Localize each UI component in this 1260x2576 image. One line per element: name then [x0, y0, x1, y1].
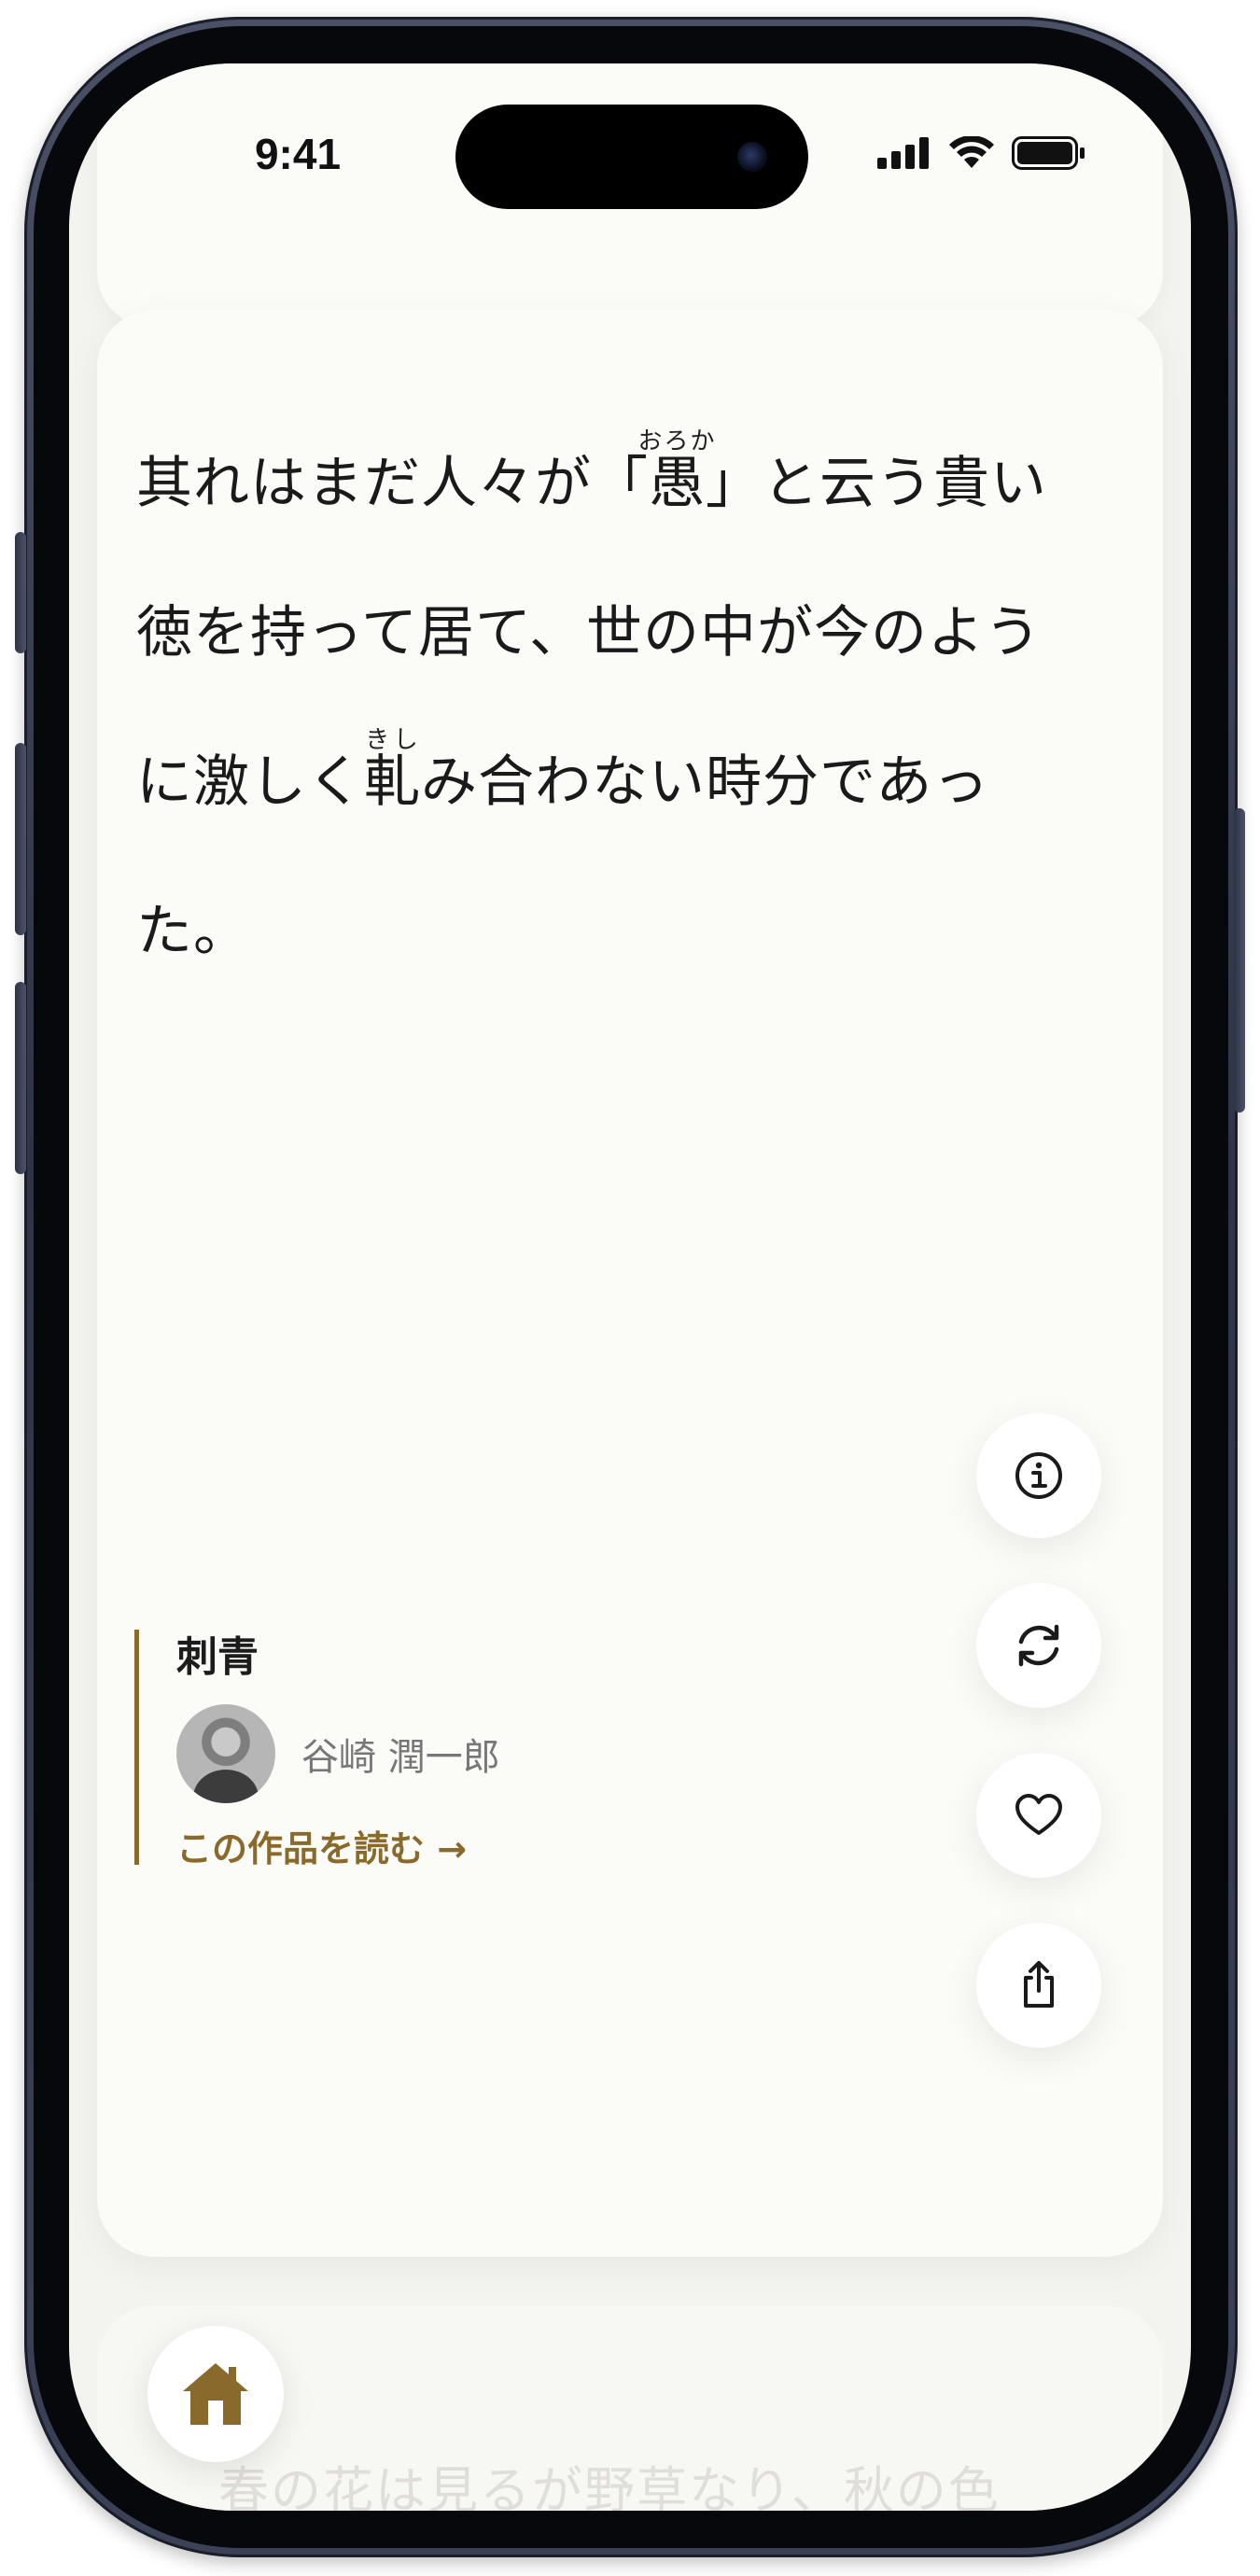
- quote-text: 其れはまだ人々が「愚おろか」と云う貴い徳を持って居て、世の中が今のように激しく軋…: [136, 409, 1088, 1006]
- ruby-reading: おろか: [637, 427, 717, 455]
- next-quote-preview: 春の花は見るが野草なり、秋の色: [218, 2461, 1001, 2511]
- info-icon: [1015, 1452, 1062, 1499]
- quote-segment: 其れはまだ人々が「: [136, 451, 649, 516]
- favorite-button[interactable]: [976, 1753, 1101, 1878]
- ruby-base: 愚: [637, 451, 717, 516]
- action-button-hardware: [15, 532, 26, 653]
- power-button-hardware: [1234, 808, 1245, 1113]
- author-avatar[interactable]: [176, 1704, 275, 1803]
- work-title: 刺青: [176, 1633, 259, 1681]
- dynamic-island: [455, 105, 808, 209]
- home-button[interactable]: [147, 2326, 284, 2462]
- attribution: 刺青 谷崎 潤一郎 この作品を読む →: [134, 1630, 500, 1869]
- ruby-base: 軋: [364, 749, 421, 815]
- share-icon: [1024, 1961, 1054, 2008]
- volume-down-button-hardware: [15, 982, 26, 1174]
- battery-icon: [1012, 136, 1085, 170]
- front-camera: [737, 142, 767, 172]
- home-icon: [183, 2363, 248, 2425]
- screen: 9:41 其れはまだ人々が「愚おろか」と云う貴い徳を持って居て、世の中が今のよう…: [69, 63, 1191, 2511]
- cellular-signal-icon: [877, 137, 929, 169]
- ruby-reading: きし: [364, 726, 421, 754]
- read-work-link[interactable]: この作品を読む →: [176, 1820, 467, 1871]
- refresh-button[interactable]: [976, 1583, 1101, 1708]
- status-time: 9:41: [254, 130, 342, 178]
- ruby-word: 愚おろか: [638, 427, 716, 516]
- status-icons: [877, 136, 1086, 170]
- ruby-word: 軋きし: [364, 726, 421, 815]
- heart-icon: [1015, 1794, 1062, 1835]
- author-name[interactable]: 谷崎 潤一郎: [301, 1727, 500, 1781]
- author-row[interactable]: 谷崎 潤一郎: [176, 1704, 500, 1803]
- share-button[interactable]: [976, 1923, 1101, 2048]
- volume-up-button-hardware: [15, 743, 26, 935]
- info-button[interactable]: [976, 1413, 1101, 1538]
- refresh-icon: [1018, 1624, 1059, 1667]
- wifi-icon: [949, 136, 994, 168]
